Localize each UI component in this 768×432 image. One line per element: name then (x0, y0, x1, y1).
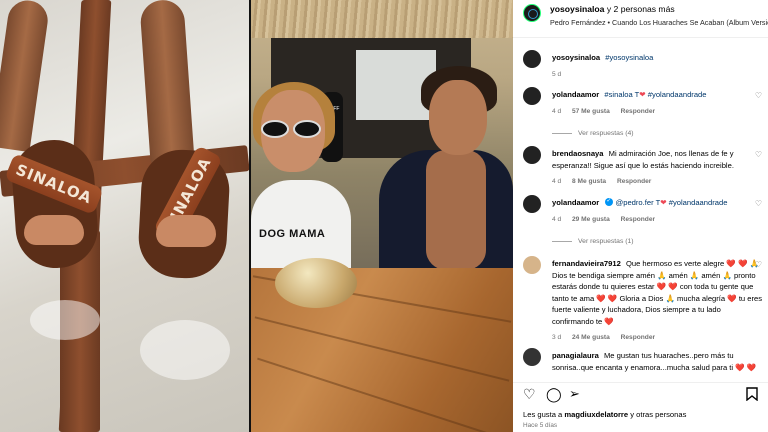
comment-like-icon[interactable]: ♡ (755, 91, 762, 100)
post-date: Hace 5 días (523, 422, 558, 429)
view-replies-label: Ver respuestas (4) (578, 130, 634, 137)
reply-button[interactable]: Responder (621, 216, 655, 223)
foot-toes (156, 215, 216, 247)
comment-username[interactable]: panagialaura (552, 351, 599, 360)
view-replies-button[interactable]: Ver respuestas (1) (552, 236, 764, 248)
likes-suffix[interactable]: y otras personas (630, 410, 686, 419)
comment-like-icon[interactable]: ♡ (755, 199, 762, 208)
avatar[interactable] (523, 348, 541, 366)
avatar[interactable] (523, 50, 541, 68)
thatched-roof (251, 0, 513, 38)
post-media[interactable]: SINALOA SINALOA STAFF DOG MAMA (0, 0, 513, 432)
comment-text[interactable]: @pedro.fer T (616, 198, 661, 207)
heart-emoji: ❤ (639, 90, 646, 99)
sunglasses (261, 120, 323, 138)
comment-time: 3 d (552, 334, 562, 341)
comment-likes[interactable]: 57 Me gusta (572, 108, 610, 115)
coconut (275, 258, 357, 308)
reply-button[interactable]: Responder (617, 178, 651, 185)
post-header: yosoysinaloa y 2 personas más Pedro Fern… (513, 0, 768, 38)
comment-time: 4 d (552, 215, 562, 223)
comment-time: 5 d (552, 70, 562, 78)
collaborators-link[interactable]: y 2 personas más (607, 4, 675, 14)
comment-likes[interactable]: 29 Me gusta (572, 216, 610, 223)
likes-prefix: Les gusta a (523, 410, 563, 419)
share-icon[interactable]: ➢ (569, 387, 580, 401)
comment-icon[interactable]: ◯ (546, 387, 562, 401)
avatar[interactable] (523, 256, 541, 274)
comment-text: Que hermoso es verte alegre ❤️ ❤️ 🙏 Dios… (552, 259, 763, 326)
comment-username[interactable]: yolandaamor (552, 90, 599, 99)
likes-summary[interactable]: Les gusta a magdiuxdelatorre y otras per… (523, 410, 686, 419)
comment-time: 4 d (552, 178, 562, 185)
man-face (429, 80, 487, 155)
leg (139, 0, 195, 167)
heart-emoji: ❤ (660, 198, 667, 207)
liker-username[interactable]: magdiuxdelatorre (564, 410, 628, 419)
view-replies-button[interactable]: Ver respuestas (4) (552, 128, 764, 140)
comment-username[interactable]: fernandavieira7912 (552, 259, 621, 268)
comments-list[interactable]: yosoysinaloa #yosoysinaloa 5 d yolandaam… (513, 40, 768, 372)
avatar[interactable] (523, 146, 541, 164)
comment-text[interactable]: #sinaloa T (604, 90, 639, 99)
comment-username[interactable]: yosoysinaloa (552, 53, 600, 62)
heart-icon[interactable]: ♡ (523, 387, 536, 401)
comment-likes[interactable]: 24 Me gusta (572, 334, 610, 341)
account-name[interactable]: yosoysinaloa (550, 4, 604, 14)
hashtag[interactable]: #yolandaandrade (669, 198, 728, 207)
bookmark-icon[interactable] (746, 387, 758, 403)
leg (0, 0, 51, 153)
post-actions: ♡ ◯ ➢ (513, 382, 768, 402)
reply-button[interactable]: Responder (621, 334, 655, 341)
shirt-text: DOG MAMA (259, 228, 326, 240)
avatar[interactable] (523, 4, 541, 22)
reply-button[interactable]: Responder (621, 108, 655, 115)
comment-username[interactable]: brendaosnaya (552, 149, 604, 158)
comment-like-icon[interactable]: ♡ (755, 150, 762, 159)
foot-toes (24, 215, 84, 245)
post-side-panel: yosoysinaloa y 2 personas más Pedro Fern… (513, 0, 768, 432)
comment-likes[interactable]: 8 Me gusta (572, 178, 606, 185)
avatar[interactable] (523, 87, 541, 105)
view-replies-label: Ver respuestas (1) (578, 238, 634, 245)
hashtag[interactable]: #yolandaandrade (648, 90, 707, 99)
photo-table: STAFF DOG MAMA (251, 0, 513, 432)
verified-badge-icon (605, 196, 614, 208)
comment-username[interactable]: yolandaamor (552, 198, 599, 207)
photo-sandals: SINALOA SINALOA (0, 0, 249, 432)
comment-time: 4 d (552, 107, 562, 115)
audio-track[interactable]: Pedro Fernández • Cuando Los Huaraches S… (550, 18, 768, 27)
man-chest (426, 150, 486, 270)
comment-like-icon[interactable]: ♡ (755, 260, 762, 269)
avatar[interactable] (523, 195, 541, 213)
hashtag[interactable]: #yosoysinaloa (605, 53, 653, 62)
